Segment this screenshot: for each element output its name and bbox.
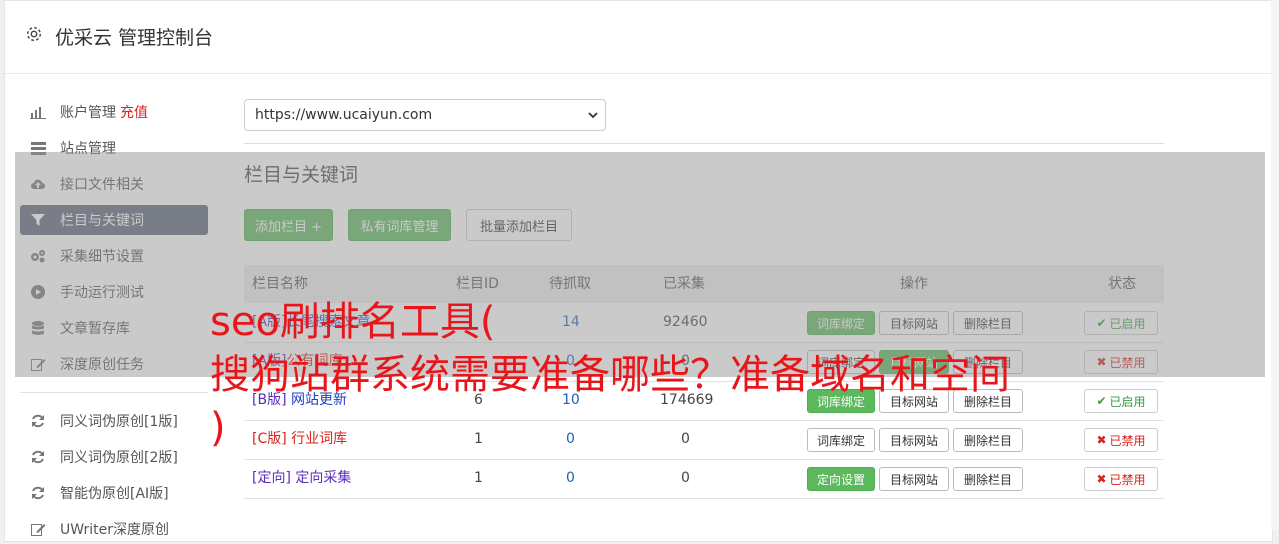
- overlay-headline: seo刷排名工具( 搜狗站群系统需要准备哪些？准备域名和空间 ): [210, 299, 1010, 451]
- table-row: [定向] 定向采集 1 0 0 定向设置 目标网站 删除栏目 ✖ 已禁用: [244, 459, 1164, 499]
- divider: [244, 143, 1164, 144]
- chevron-down-icon: [588, 112, 598, 119]
- sidebar-item-label: 账户管理: [60, 105, 116, 121]
- status-toggle[interactable]: ✖已禁用: [1084, 428, 1158, 452]
- check-icon: ✔: [1096, 394, 1107, 408]
- x-icon: ✖: [1096, 472, 1107, 486]
- column-id: 1: [474, 470, 483, 486]
- x-icon: ✖: [1096, 433, 1107, 447]
- directed-settings-button[interactable]: 定向设置: [807, 467, 875, 491]
- sidebar-item-label: 智能伪原创[AI版]: [60, 486, 169, 502]
- header: 优采云 管理控制台: [5, 1, 1272, 74]
- refresh-icon: [30, 485, 46, 501]
- sidebar-item-uwriter[interactable]: UWriter深度原创: [20, 514, 208, 544]
- refresh-icon: [30, 449, 46, 465]
- collected-count: 0: [681, 470, 690, 486]
- scrollbar[interactable]: [1271, 0, 1279, 530]
- sidebar-divider: [20, 392, 208, 393]
- status-toggle[interactable]: ✔已启用: [1084, 389, 1158, 413]
- pending-count[interactable]: 0: [566, 459, 575, 498]
- sidebar-item-label: 同义词伪原创[2版]: [60, 450, 178, 466]
- recharge-link[interactable]: 充值: [120, 102, 148, 122]
- sidebar-item-ai-rewrite[interactable]: 智能伪原创[AI版]: [20, 478, 208, 508]
- bar-chart-icon: [30, 104, 46, 120]
- refresh-icon: [30, 413, 46, 429]
- sidebar-item-label: 同义词伪原创[1版]: [60, 414, 178, 430]
- gear-icon: [26, 26, 42, 42]
- version-tag: [定向]: [252, 470, 291, 486]
- column-title: 定向采集: [295, 470, 352, 486]
- edit-icon: [30, 521, 46, 537]
- target-site-button[interactable]: 目标网站: [879, 467, 949, 491]
- status-toggle[interactable]: ✖已禁用: [1084, 467, 1158, 491]
- sidebar-item-synonym-v1[interactable]: 同义词伪原创[1版]: [20, 406, 208, 436]
- site-select-value: https://www.ucaiyun.com: [255, 107, 433, 123]
- column-name[interactable]: [定向] 定向采集: [252, 459, 351, 498]
- sidebar-item-account[interactable]: 账户管理 充值: [20, 97, 208, 127]
- sidebar-item-synonym-v2[interactable]: 同义词伪原创[2版]: [20, 442, 208, 472]
- delete-column-button[interactable]: 删除栏目: [953, 467, 1023, 491]
- page-title: 优采云 管理控制台: [55, 27, 214, 49]
- site-select[interactable]: https://www.ucaiyun.com: [244, 99, 606, 131]
- sidebar-item-label: UWriter深度原创: [60, 522, 169, 538]
